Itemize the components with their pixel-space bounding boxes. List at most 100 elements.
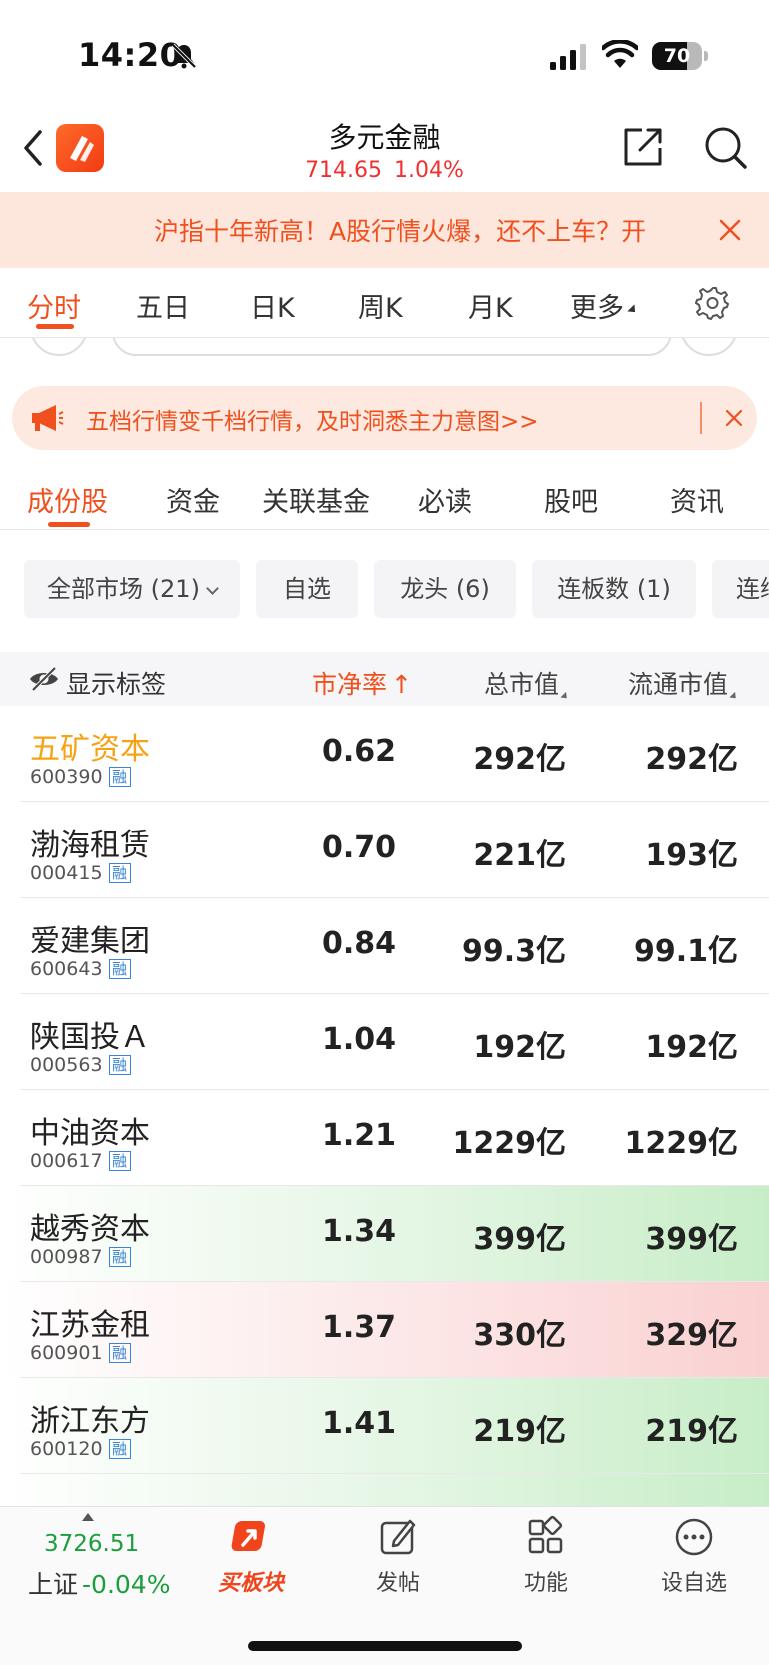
stock-name: 越秀资本 (30, 1212, 150, 1247)
gear-icon[interactable] (695, 285, 731, 321)
megaphone-icon (32, 405, 64, 431)
partial-control (680, 338, 738, 356)
stock-name: 五矿资本 (30, 732, 150, 767)
search-icon[interactable] (702, 124, 748, 170)
column-market-cap[interactable]: 总市值 (484, 665, 570, 702)
stock-name: 爱建集团 (30, 924, 150, 959)
index-value[interactable]: 3726.51 (44, 1531, 139, 1557)
promo-banner[interactable]: 沪指十年新高！A股行情火爆，还不上车？开 (0, 192, 769, 268)
stock-code-text: 000563 (30, 1054, 103, 1076)
float-cap-value: 99.1亿 (633, 934, 738, 969)
share-icon[interactable] (620, 124, 666, 170)
filter-all-markets-label: 全部市场 (21) (47, 575, 200, 603)
tab-constituents[interactable]: 成份股 (27, 480, 108, 519)
tab-must-read[interactable]: 必读 (418, 480, 472, 519)
stock-code-text: 600643 (30, 958, 103, 980)
scrolled-controls-strip (0, 338, 769, 374)
tab-forum[interactable]: 股吧 (544, 480, 598, 519)
table-row[interactable]: 渤海租赁 000415 融 0.70 221亿 193亿 (0, 802, 769, 898)
market-cap-value: 330亿 (473, 1318, 566, 1353)
wifi-icon (602, 40, 638, 68)
sort-triangle-icon (729, 691, 739, 702)
filter-leaders[interactable]: 龙头 (6) (374, 560, 516, 618)
market-cap-value: 1229亿 (452, 1126, 567, 1161)
battery-icon: 70 (652, 42, 702, 70)
float-cap-value: 329亿 (645, 1318, 738, 1353)
table-row[interactable]: 越秀资本 000987 融 1.34 399亿 399亿 (0, 1186, 769, 1282)
index-change: -0.04% (82, 1570, 171, 1599)
pb-value: 0.84 (321, 926, 396, 961)
market-cap-value: 219亿 (473, 1414, 566, 1449)
add-watchlist-button[interactable]: 设自选 (639, 1515, 749, 1597)
battery-cap (704, 51, 708, 61)
status-time: 14:20 (78, 36, 183, 74)
stock-code: 600390 融 (30, 766, 131, 788)
divider (700, 402, 702, 434)
table-row[interactable]: 中油资本 000617 融 1.21 1229亿 1229亿 (0, 1090, 769, 1186)
stock-code-text: 600390 (30, 766, 103, 788)
stock-code: 000617 融 (30, 1150, 131, 1172)
market-cap-value: 399亿 (473, 1222, 566, 1257)
stock-code: 600120 融 (30, 1438, 131, 1460)
grid-apps-icon (528, 1515, 563, 1554)
margin-badge: 融 (108, 1055, 131, 1075)
stock-code-text: 600120 (30, 1438, 103, 1460)
sector-price: 714.65 (305, 158, 383, 183)
close-icon[interactable] (716, 216, 744, 244)
margin-badge: 融 (108, 1151, 131, 1171)
column-float-cap[interactable]: 流通市值 (628, 665, 739, 702)
table-row-partial[interactable] (0, 1474, 769, 1506)
tab-more[interactable]: 更多 (570, 286, 639, 325)
tab-five-day[interactable]: 五日 (136, 286, 190, 325)
level2-promo[interactable]: 五档行情变千档行情，及时洞悉主力意图>> (12, 386, 757, 450)
column-pb-ratio[interactable]: 市净率 ↑ (312, 665, 412, 701)
filter-watchlist[interactable]: 自选 (256, 560, 358, 618)
stock-name: 江苏金租 (30, 1308, 150, 1343)
table-row[interactable]: 爱建集团 600643 融 0.84 99.3亿 99.1亿 (0, 898, 769, 994)
buy-sector-button[interactable]: 买板块 (196, 1515, 306, 1597)
home-indicator[interactable] (248, 1641, 522, 1651)
functions-button[interactable]: 功能 (491, 1515, 601, 1597)
active-tab-indicator (48, 522, 90, 527)
stock-code-text: 600901 (30, 1342, 103, 1364)
post-button[interactable]: 发帖 (343, 1515, 453, 1597)
stock-list: 五矿资本 600390 融 0.62 292亿 292亿 渤海租赁 000415 融… (0, 706, 769, 1506)
filter-limit-up-streak[interactable]: 连板数 (1) (532, 560, 696, 618)
stock-code-text: 000415 (30, 862, 103, 884)
table-row[interactable]: 五矿资本 600390 融 0.62 292亿 292亿 (0, 706, 769, 802)
margin-badge: 融 (108, 1247, 131, 1267)
table-row[interactable]: 陕国投Ａ 000563 融 1.04 192亿 192亿 (0, 994, 769, 1090)
show-tags-toggle[interactable]: 显示标签 (66, 665, 166, 701)
functions-label: 功能 (523, 1571, 568, 1596)
float-cap-value: 192亿 (645, 1030, 738, 1065)
promo-text: 五档行情变千档行情，及时洞悉主力意图>> (86, 409, 539, 435)
table-row[interactable]: 江苏金租 600901 融 1.37 330亿 329亿 (0, 1282, 769, 1378)
chevron-down-icon (206, 582, 219, 595)
index-ticker[interactable]: 上证 -0.04% (28, 1565, 170, 1601)
tab-monthly-k[interactable]: 月K (468, 286, 513, 325)
stock-name: 浙江东方 (30, 1404, 150, 1439)
partial-control (30, 338, 88, 356)
eye-hidden-icon[interactable] (28, 666, 60, 692)
filter-all-markets[interactable]: 全部市场 (21) (24, 560, 240, 618)
float-cap-value: 193亿 (645, 838, 738, 873)
table-row[interactable]: 浙江东方 600120 融 1.41 219亿 219亿 (0, 1378, 769, 1474)
banner-text: 沪指十年新高！A股行情火爆，还不上车？开 (154, 217, 647, 246)
stock-code-text: 000617 (30, 1150, 103, 1172)
section-tabs: 成份股 资金 关联基金 必读 股吧 资讯 (0, 460, 769, 530)
float-cap-value: 399亿 (645, 1222, 738, 1257)
margin-badge: 融 (108, 767, 131, 787)
post-label: 发帖 (375, 1571, 420, 1596)
tab-news[interactable]: 资讯 (670, 480, 724, 519)
filter-chips: 全部市场 (21) 自选 龙头 (6) 连板数 (1) 连续 (0, 560, 769, 622)
tab-weekly-k[interactable]: 周K (358, 286, 403, 325)
tab-intraday[interactable]: 分时 (27, 286, 81, 325)
tab-funds-flow[interactable]: 资金 (166, 480, 220, 519)
more-dots-icon (675, 1518, 713, 1556)
filter-consecutive[interactable]: 连续 (712, 560, 769, 618)
close-icon[interactable] (724, 408, 744, 428)
tab-related-funds[interactable]: 关联基金 (262, 480, 370, 519)
expand-up-icon[interactable] (82, 1513, 94, 1521)
stock-code: 000415 融 (30, 862, 131, 884)
tab-daily-k[interactable]: 日K (250, 286, 295, 325)
